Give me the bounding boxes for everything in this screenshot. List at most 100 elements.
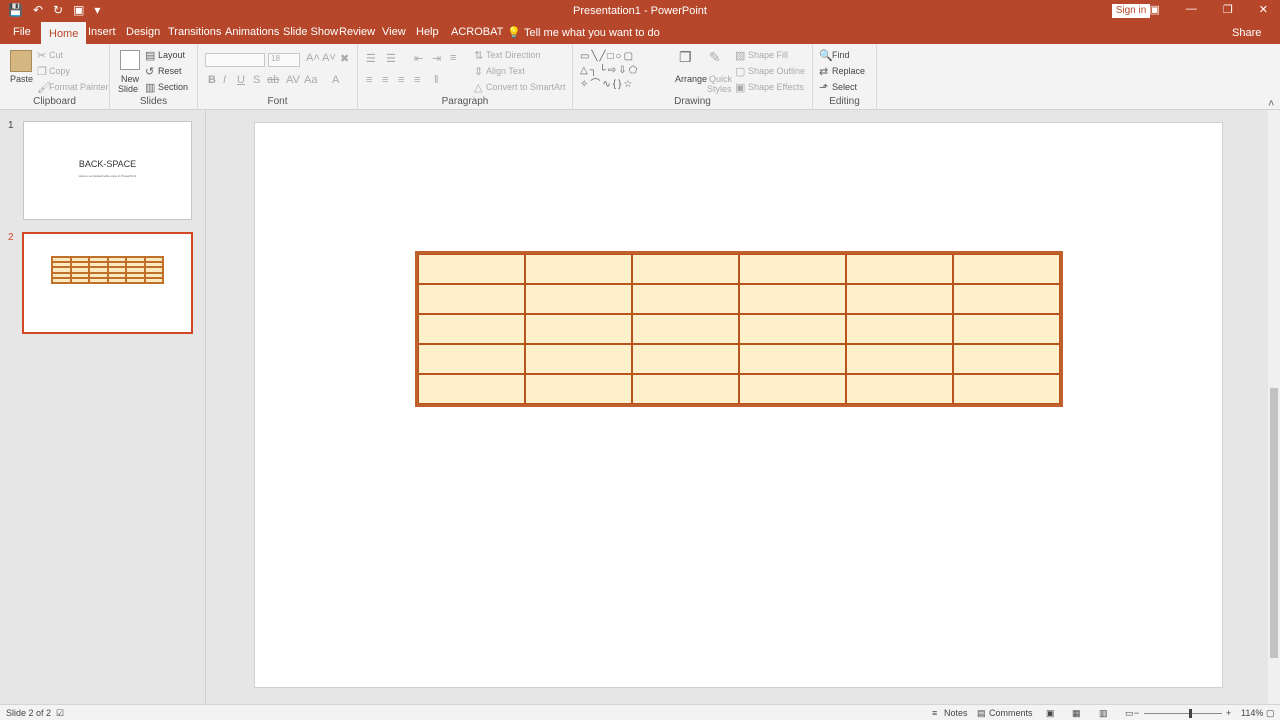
table-cell[interactable]	[418, 254, 525, 284]
strikethrough-icon[interactable]: ab	[267, 74, 279, 86]
zoom-level[interactable]: 114%	[1241, 708, 1263, 718]
line-spacing-icon[interactable]: ≡	[450, 52, 456, 64]
new-slide-button[interactable]: New	[121, 74, 139, 84]
find-button[interactable]: Find	[832, 50, 850, 60]
shape-outline-button[interactable]: Shape Outline	[748, 66, 805, 76]
tab-design[interactable]: Design	[126, 26, 160, 38]
font-size-combo[interactable]: 18	[268, 53, 300, 67]
table-cell[interactable]	[525, 254, 632, 284]
fit-slide-icon[interactable]: ▢	[1266, 708, 1275, 719]
spell-check-icon[interactable]: ☑	[56, 708, 64, 719]
slide-thumbnail-1[interactable]: BACK-SPACE How to set default table styl…	[23, 121, 192, 220]
minimize-icon[interactable]: —	[1186, 3, 1197, 16]
zoom-in-icon[interactable]: +	[1226, 708, 1231, 718]
text-direction-button[interactable]: Text Direction	[486, 50, 541, 60]
tab-file[interactable]: File	[13, 26, 31, 38]
table-cell[interactable]	[739, 374, 846, 404]
table-cell[interactable]	[846, 314, 953, 344]
shapes-gallery[interactable]: ▭╲╱□○▢ △┐└⇨⇩⬠ ✧⌒∿{}☆	[580, 50, 672, 90]
zoom-slider-thumb[interactable]	[1189, 709, 1192, 718]
columns-icon[interactable]: ‖	[434, 74, 439, 86]
table-cell[interactable]	[525, 374, 632, 404]
layout-button[interactable]: Layout	[158, 50, 185, 60]
section-button[interactable]: Section	[158, 82, 188, 92]
table-cell[interactable]	[418, 374, 525, 404]
tab-review[interactable]: Review	[339, 26, 375, 38]
align-text-button[interactable]: Align Text	[486, 66, 525, 76]
table-cell[interactable]	[632, 314, 739, 344]
increase-font-icon[interactable]: A˄	[306, 52, 320, 64]
format-painter-button[interactable]: Format Painter	[49, 82, 109, 92]
notes-button[interactable]: Notes	[944, 708, 968, 718]
slideshow-view-icon[interactable]: ▭	[1125, 708, 1134, 719]
shadow-icon[interactable]: S	[253, 74, 260, 86]
paste-button[interactable]: Paste	[10, 74, 33, 84]
table-cell[interactable]	[739, 344, 846, 374]
quick-styles-button-2[interactable]: Styles	[707, 84, 732, 94]
tab-transitions[interactable]: Transitions	[168, 26, 221, 38]
normal-view-icon[interactable]: ▣	[1046, 708, 1055, 719]
tab-slide-show[interactable]: Slide Show	[283, 26, 338, 38]
table-cell[interactable]	[953, 284, 1060, 314]
tab-home[interactable]: Home	[41, 22, 87, 44]
table-cell[interactable]	[418, 344, 525, 374]
arrange-button[interactable]: Arrange	[675, 74, 707, 84]
table-cell[interactable]	[739, 284, 846, 314]
align-center-icon[interactable]: ≡	[382, 74, 388, 86]
reset-button[interactable]: Reset	[158, 66, 182, 76]
tab-insert[interactable]: Insert	[88, 26, 116, 38]
font-color-icon[interactable]: A	[332, 74, 339, 86]
select-button[interactable]: Select	[832, 82, 857, 92]
change-case-icon[interactable]: Aa	[304, 74, 317, 86]
bold-icon[interactable]: B	[208, 74, 216, 86]
zoom-out-icon[interactable]: −	[1134, 708, 1139, 718]
slide-thumbnail-2[interactable]	[22, 232, 193, 334]
reading-view-icon[interactable]: ▥	[1099, 708, 1108, 719]
table-cell[interactable]	[953, 374, 1060, 404]
align-right-icon[interactable]: ≡	[398, 74, 404, 86]
scrollbar-thumb[interactable]	[1270, 388, 1278, 658]
underline-icon[interactable]: U	[237, 74, 245, 86]
zoom-slider[interactable]	[1144, 713, 1222, 714]
slide-sorter-icon[interactable]: ▦	[1072, 708, 1081, 719]
slide-table[interactable]	[415, 251, 1063, 407]
table-cell[interactable]	[525, 284, 632, 314]
tell-me-search[interactable]: Tell me what you want to do	[524, 27, 660, 39]
arrange-icon[interactable]: ❐	[679, 49, 692, 66]
comments-button[interactable]: Comments	[989, 708, 1033, 718]
sign-in-button[interactable]: Sign in	[1112, 4, 1150, 18]
table-cell[interactable]	[846, 284, 953, 314]
table-cell[interactable]	[632, 374, 739, 404]
table-cell[interactable]	[632, 284, 739, 314]
table-cell[interactable]	[632, 254, 739, 284]
table-cell[interactable]	[953, 314, 1060, 344]
tab-acrobat[interactable]: ACROBAT	[451, 26, 503, 38]
clear-formatting-icon[interactable]: ✖	[340, 52, 349, 65]
tab-animations[interactable]: Animations	[225, 26, 279, 38]
table-cell[interactable]	[846, 374, 953, 404]
justify-icon[interactable]: ≡	[414, 74, 420, 86]
tab-help[interactable]: Help	[416, 26, 439, 38]
maximize-icon[interactable]: ❐	[1223, 3, 1233, 16]
replace-button[interactable]: Replace	[832, 66, 865, 76]
table-cell[interactable]	[953, 254, 1060, 284]
character-spacing-icon[interactable]: AV	[286, 74, 300, 86]
tab-view[interactable]: View	[382, 26, 406, 38]
table-cell[interactable]	[525, 344, 632, 374]
new-slide-button-2[interactable]: Slide	[118, 84, 138, 94]
table-cell[interactable]	[953, 344, 1060, 374]
table-cell[interactable]	[418, 314, 525, 344]
copy-button[interactable]: Copy	[49, 66, 70, 76]
table-cell[interactable]	[418, 284, 525, 314]
share-button[interactable]: Share	[1232, 27, 1261, 39]
table-cell[interactable]	[632, 344, 739, 374]
shape-effects-button[interactable]: Shape Effects	[748, 82, 804, 92]
italic-icon[interactable]: I	[223, 74, 226, 86]
increase-indent-icon[interactable]: ⇥	[432, 52, 441, 65]
table-cell[interactable]	[525, 314, 632, 344]
table-cell[interactable]	[846, 344, 953, 374]
paste-icon[interactable]	[10, 50, 32, 72]
align-left-icon[interactable]: ≡	[366, 74, 372, 86]
table-cell[interactable]	[739, 254, 846, 284]
quick-styles-icon[interactable]: ✎	[709, 49, 721, 66]
